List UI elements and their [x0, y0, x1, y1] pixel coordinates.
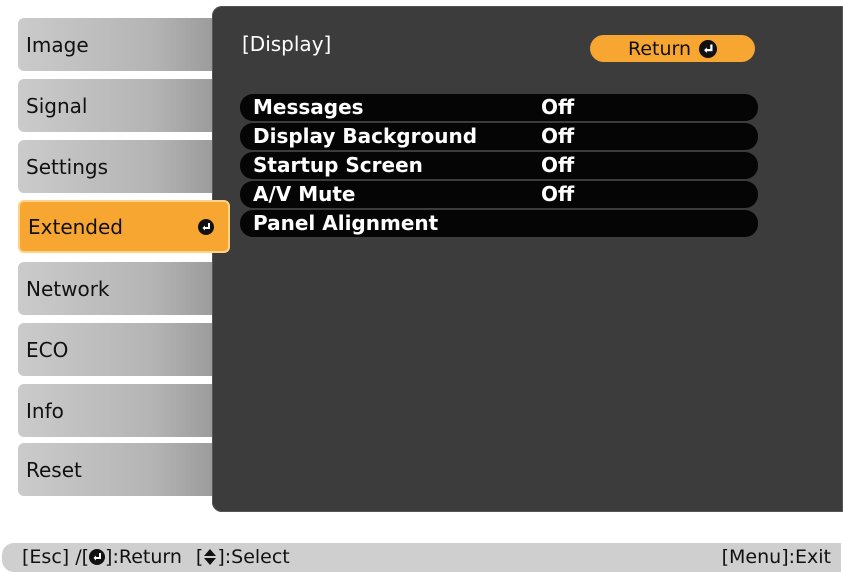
setting-label: Startup Screen — [253, 153, 423, 177]
enter-icon — [699, 39, 718, 58]
setting-value: Off — [541, 95, 575, 119]
enter-icon — [198, 218, 214, 235]
sidebar-item-label: Network — [26, 276, 110, 301]
main-panel — [212, 6, 843, 512]
help-select-prefix: [ — [195, 546, 204, 568]
help-return-text: ]:Return — [105, 546, 182, 568]
sidebar-item-label: Info — [26, 398, 64, 423]
sidebar-item-signal[interactable]: Signal — [18, 79, 212, 132]
setting-label: Messages — [253, 95, 364, 119]
sidebar-item-settings[interactable]: Settings — [18, 140, 212, 193]
setting-row-messages[interactable]: Messages Off — [240, 94, 758, 121]
help-hints: [Esc] /[ ]:Return [ ]:Select — [22, 546, 290, 568]
sidebar-item-label: Extended — [28, 214, 123, 239]
up-down-arrow-icon — [204, 549, 217, 565]
help-exit-text: [Menu]:Exit — [721, 546, 831, 568]
sidebar-item-label: Reset — [26, 457, 82, 482]
help-select-text: ]:Select — [217, 546, 290, 568]
help-esc-text: [Esc] /[ — [22, 546, 90, 568]
sidebar-item-label: ECO — [26, 337, 69, 362]
sidebar-item-extended[interactable]: Extended — [18, 200, 230, 253]
sidebar-item-image[interactable]: Image — [18, 18, 212, 71]
sidebar-item-label: Settings — [26, 154, 109, 179]
setting-label: A/V Mute — [253, 182, 356, 206]
enter-icon — [89, 549, 106, 565]
sidebar-item-info[interactable]: Info — [18, 384, 212, 437]
sidebar-item-label: Signal — [26, 93, 88, 118]
setting-value: Off — [541, 124, 575, 148]
help-bar: [Esc] /[ ]:Return [ ]:Select [Menu]:Exit — [2, 543, 841, 572]
setting-row-panel-alignment[interactable]: Panel Alignment — [240, 210, 758, 237]
setting-row-display-background[interactable]: Display Background Off — [240, 123, 758, 150]
setting-label: Display Background — [253, 124, 478, 148]
return-button-label: Return — [627, 37, 692, 60]
page-title: [Display] — [242, 32, 332, 56]
sidebar-item-label: Image — [26, 32, 89, 57]
setting-label: Panel Alignment — [253, 211, 439, 235]
sidebar: Image Signal Settings Extended Network E… — [18, 18, 230, 498]
sidebar-item-eco[interactable]: ECO — [18, 323, 212, 376]
sidebar-item-network[interactable]: Network — [18, 262, 212, 315]
return-button[interactable]: Return — [590, 35, 755, 62]
settings-list: Messages Off Display Background Off Star… — [240, 94, 758, 239]
sidebar-item-reset[interactable]: Reset — [18, 443, 212, 496]
setting-row-av-mute[interactable]: A/V Mute Off — [240, 181, 758, 208]
setting-value: Off — [541, 153, 575, 177]
setting-row-startup-screen[interactable]: Startup Screen Off — [240, 152, 758, 179]
setting-value: Off — [541, 182, 575, 206]
